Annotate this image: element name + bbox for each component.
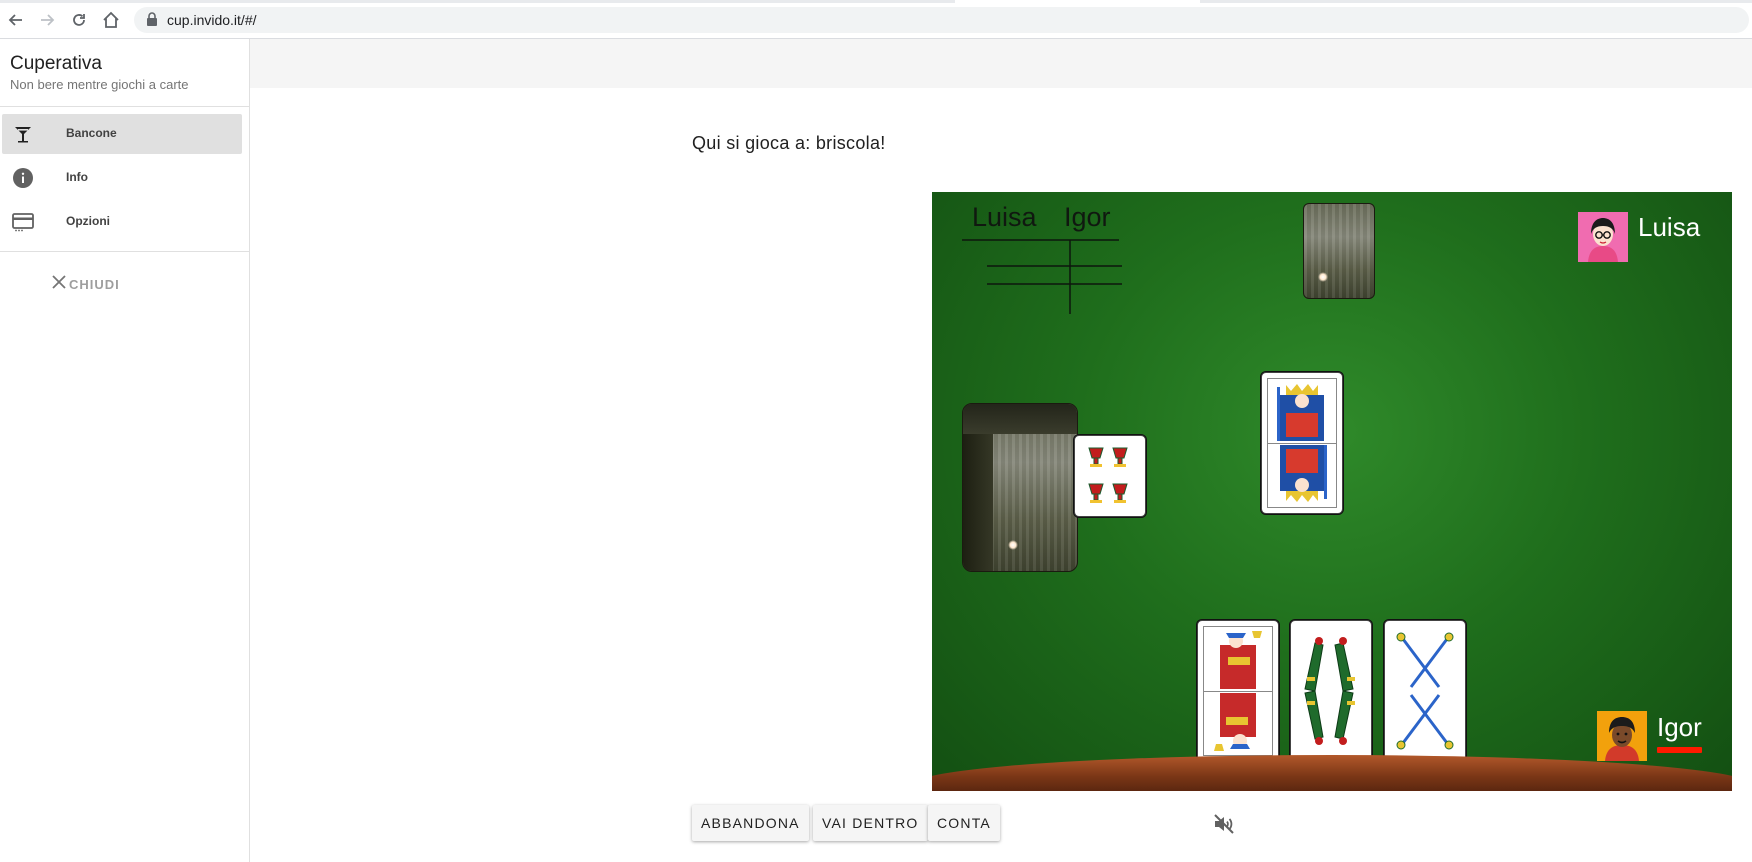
sidebar-item-label: Info xyxy=(66,170,88,184)
sidebar-item-label: Bancone xyxy=(66,126,117,140)
page-title: Qui si gioca a: briscola! xyxy=(692,133,886,153)
close-label: CHIUDI xyxy=(69,276,120,292)
app-subtitle: Non bere mentre giochi a carte xyxy=(10,77,189,92)
address-bar[interactable]: cup.invido.it/#/ xyxy=(134,7,1749,33)
sidebar-divider xyxy=(0,106,249,107)
table-card-king-swords xyxy=(1261,372,1343,514)
king-card-face-icon xyxy=(1277,384,1327,502)
game-table: Luisa Igor Luisa Igor xyxy=(932,192,1732,791)
deck-pile xyxy=(962,403,1078,572)
sidebar-item-label: Opzioni xyxy=(66,214,110,228)
opponent-name: Luisa xyxy=(1638,212,1701,242)
turn-indicator xyxy=(1657,747,1702,753)
back-icon[interactable] xyxy=(6,10,26,30)
sidebar: Cuperativa Non bere mentre giochi a cart… xyxy=(0,39,250,862)
abandon-button[interactable]: ABBANDONA xyxy=(692,805,809,841)
man-avatar-icon xyxy=(1597,711,1647,761)
close-icon xyxy=(52,274,66,294)
close-sidebar-button[interactable]: CHIUDI xyxy=(52,272,120,296)
sidebar-item-info[interactable]: Info xyxy=(2,158,242,198)
swords-four-icon xyxy=(1396,632,1454,750)
browser-toolbar: cup.invido.it/#/ xyxy=(0,0,1752,39)
sidebar-item-bancone[interactable]: Bancone xyxy=(2,114,242,154)
cups-four-icon xyxy=(1088,447,1128,503)
player-name: Igor xyxy=(1657,712,1702,742)
tab-strip xyxy=(0,0,1752,3)
woman-avatar-icon xyxy=(1578,212,1628,262)
app-title: Cuperativa xyxy=(10,53,102,74)
opponent-card-back xyxy=(1303,203,1375,299)
score-grid xyxy=(962,239,1122,314)
active-tab[interactable] xyxy=(955,0,1200,3)
score-player-2: Igor xyxy=(1064,202,1111,232)
home-icon[interactable] xyxy=(101,10,121,30)
lock-icon xyxy=(146,12,158,31)
score-player-1: Luisa xyxy=(972,202,1037,232)
app-header-bar xyxy=(250,39,1752,88)
sidebar-item-opzioni[interactable]: Opzioni xyxy=(2,202,242,242)
go-in-button[interactable]: VAI DENTRO xyxy=(813,805,928,841)
hand-card-jack-cups[interactable] xyxy=(1197,620,1279,762)
count-button[interactable]: CONTA xyxy=(928,805,1000,841)
hand-card-four-clubs[interactable] xyxy=(1290,620,1372,762)
forward-icon[interactable] xyxy=(37,10,57,30)
info-icon xyxy=(12,167,34,189)
clubs-four-icon xyxy=(1304,637,1355,745)
sidebar-divider xyxy=(0,251,249,252)
reload-icon[interactable] xyxy=(69,10,89,30)
cocktail-glass-icon xyxy=(12,123,34,145)
volume-off-icon[interactable] xyxy=(1212,812,1236,836)
credit-card-icon xyxy=(12,211,34,233)
jack-card-face-icon xyxy=(1214,631,1262,751)
url-text: cup.invido.it/#/ xyxy=(167,12,257,28)
hand-card-four-swords[interactable] xyxy=(1384,620,1466,762)
briscola-card xyxy=(1074,435,1146,517)
